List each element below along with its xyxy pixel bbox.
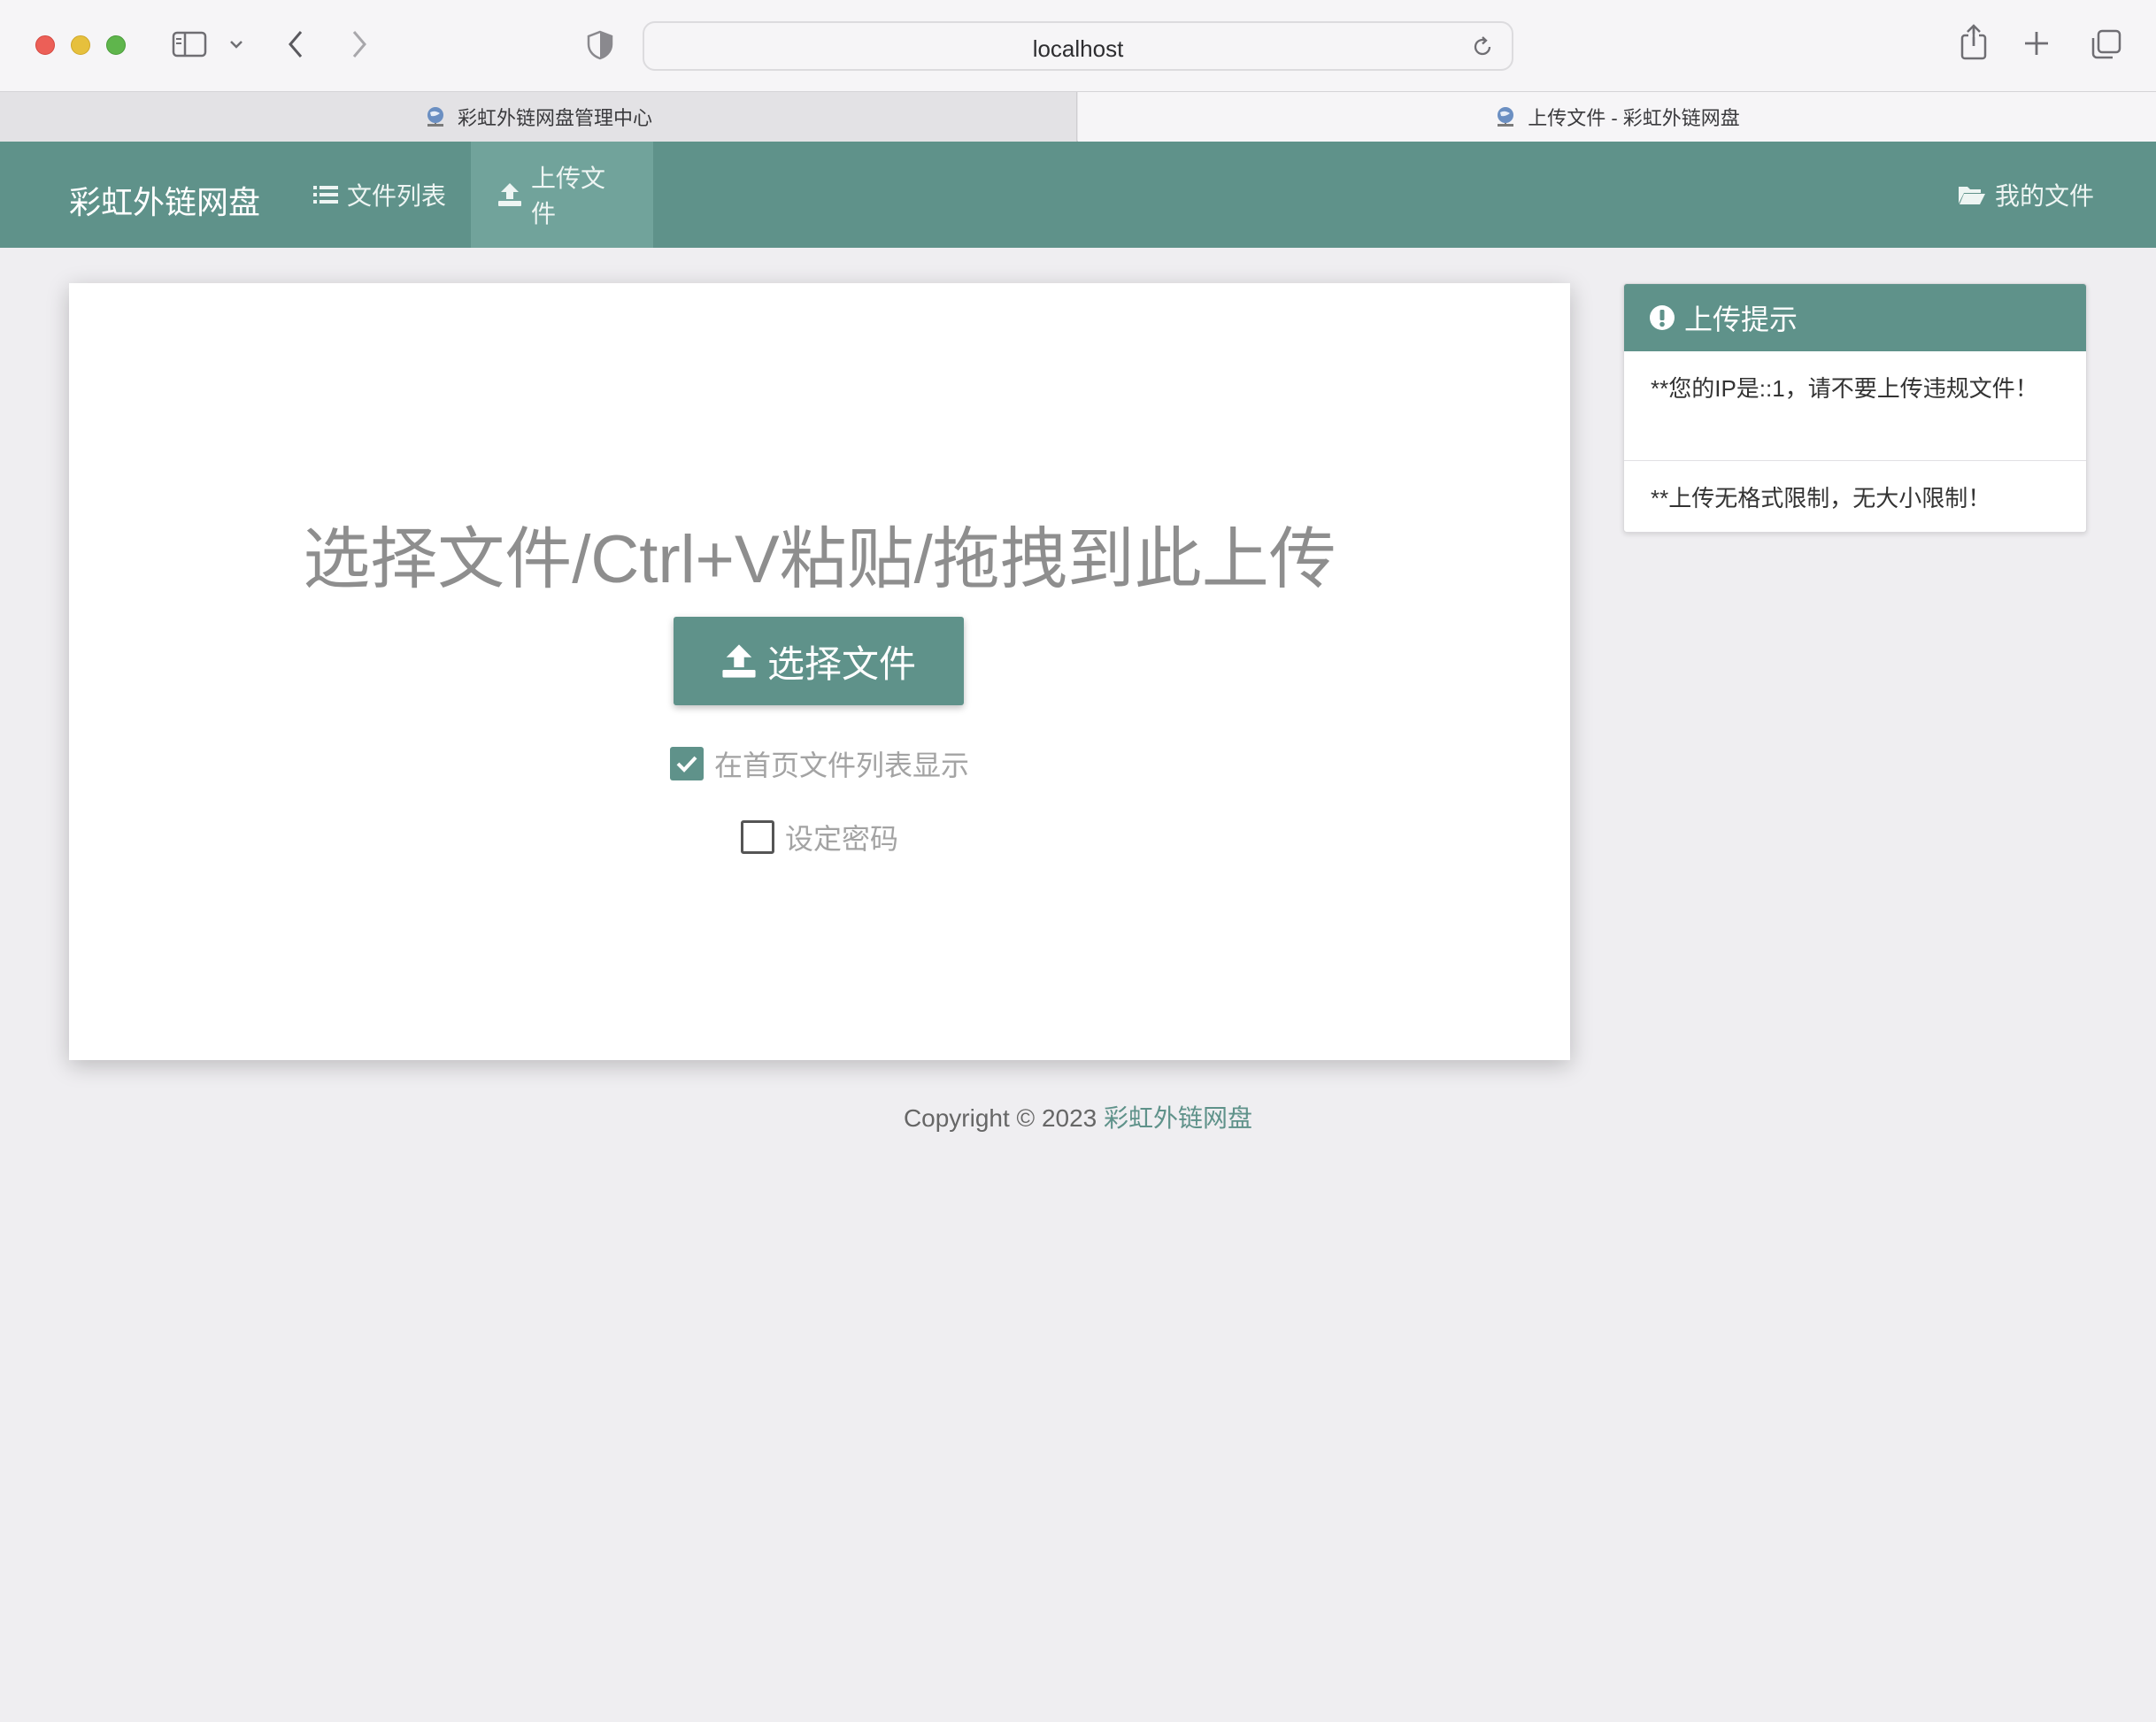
show-on-homepage-label[interactable]: 在首页文件列表显示 — [714, 743, 969, 784]
copyright-text: Copyright © 2023 — [903, 1104, 1105, 1132]
tab-overview-icon[interactable] — [2091, 28, 2122, 60]
set-password-option: 设定密码 — [69, 817, 1570, 857]
upload-dropzone[interactable]: 选择文件/Ctrl+V粘贴/拖拽到此上传 选择文件 在首页文件列表显示 设定密码 — [69, 283, 1570, 1060]
folder-open-icon — [1958, 183, 1986, 206]
site-brand-link[interactable]: 彩虹外链网盘 — [69, 177, 260, 223]
shield-icon[interactable] — [586, 30, 614, 60]
tab-upload-file[interactable]: 上传文件 - 彩虹外链网盘 — [1078, 92, 2156, 142]
nav-upload-file[interactable]: 上传文件 — [471, 142, 653, 248]
tab-admin-center[interactable]: 彩虹外链网盘管理中心 — [0, 92, 1077, 142]
nav-label: 文件列表 — [347, 182, 447, 210]
url-text: localhost — [1032, 35, 1124, 62]
tip-no-limit: **上传无格式限制，无大小限制！ — [1651, 485, 1991, 511]
checkmark-icon — [676, 756, 697, 773]
globe-favicon-icon — [1498, 107, 1514, 127]
tips-header: 上传提示 — [1624, 284, 2086, 351]
set-password-label[interactable]: 设定密码 — [785, 817, 898, 857]
footer-site-link[interactable]: 彩虹外链网盘 — [1104, 1104, 1252, 1132]
upload-icon — [497, 182, 522, 207]
nav-label: 上传文件 — [531, 165, 606, 227]
upload-tips-panel: 上传提示 **您的IP是::1，请不要上传违规文件！ **上传无格式限制，无大小… — [1623, 283, 2087, 533]
minimize-window-button[interactable] — [71, 35, 90, 55]
browser-toolbar: localhost — [0, 0, 2156, 92]
list-icon — [313, 184, 338, 205]
address-bar[interactable]: localhost — [643, 21, 1513, 71]
back-icon[interactable] — [285, 28, 306, 60]
tab-label: 彩虹外链网盘管理中心 — [457, 107, 652, 129]
show-on-homepage-checkbox[interactable] — [669, 747, 704, 780]
select-file-button[interactable]: 选择文件 — [674, 617, 964, 705]
exclamation-circle-icon — [1649, 304, 1675, 331]
nav-file-list[interactable]: 文件列表 — [287, 142, 473, 248]
tip-ip-warning: **您的IP是::1，请不要上传违规文件！ — [1624, 351, 2086, 461]
reload-icon[interactable] — [1471, 35, 1494, 58]
tips-title: 上传提示 — [1684, 304, 1798, 335]
nav-label: 我的文件 — [1994, 182, 2094, 210]
forward-icon[interactable] — [349, 28, 370, 60]
page-footer: Copyright © 2023 彩虹外链网盘 — [0, 1099, 2156, 1134]
set-password-checkbox[interactable] — [740, 820, 774, 854]
tab-strip: 彩虹外链网盘管理中心 上传文件 - 彩虹外链网盘 — [0, 92, 2156, 142]
sidebar-icon[interactable] — [172, 30, 207, 58]
globe-favicon-icon — [427, 107, 443, 127]
close-window-button[interactable] — [35, 35, 55, 55]
nav-my-files[interactable]: 我的文件 — [1958, 142, 2094, 248]
tab-label: 上传文件 - 彩虹外链网盘 — [1528, 107, 1740, 129]
upload-icon — [721, 643, 757, 679]
chevron-down-icon[interactable] — [228, 35, 244, 53]
zoom-window-button[interactable] — [106, 35, 126, 55]
site-navbar: 彩虹外链网盘 文件列表 上传文件 我的文件 — [0, 142, 2156, 248]
new-tab-icon[interactable] — [2023, 30, 2050, 57]
upload-title: 选择文件/Ctrl+V粘贴/拖拽到此上传 — [303, 522, 1336, 597]
select-file-label: 选择文件 — [766, 642, 916, 685]
share-icon[interactable] — [1958, 23, 1990, 60]
show-on-homepage-option: 在首页文件列表显示 — [69, 743, 1570, 784]
